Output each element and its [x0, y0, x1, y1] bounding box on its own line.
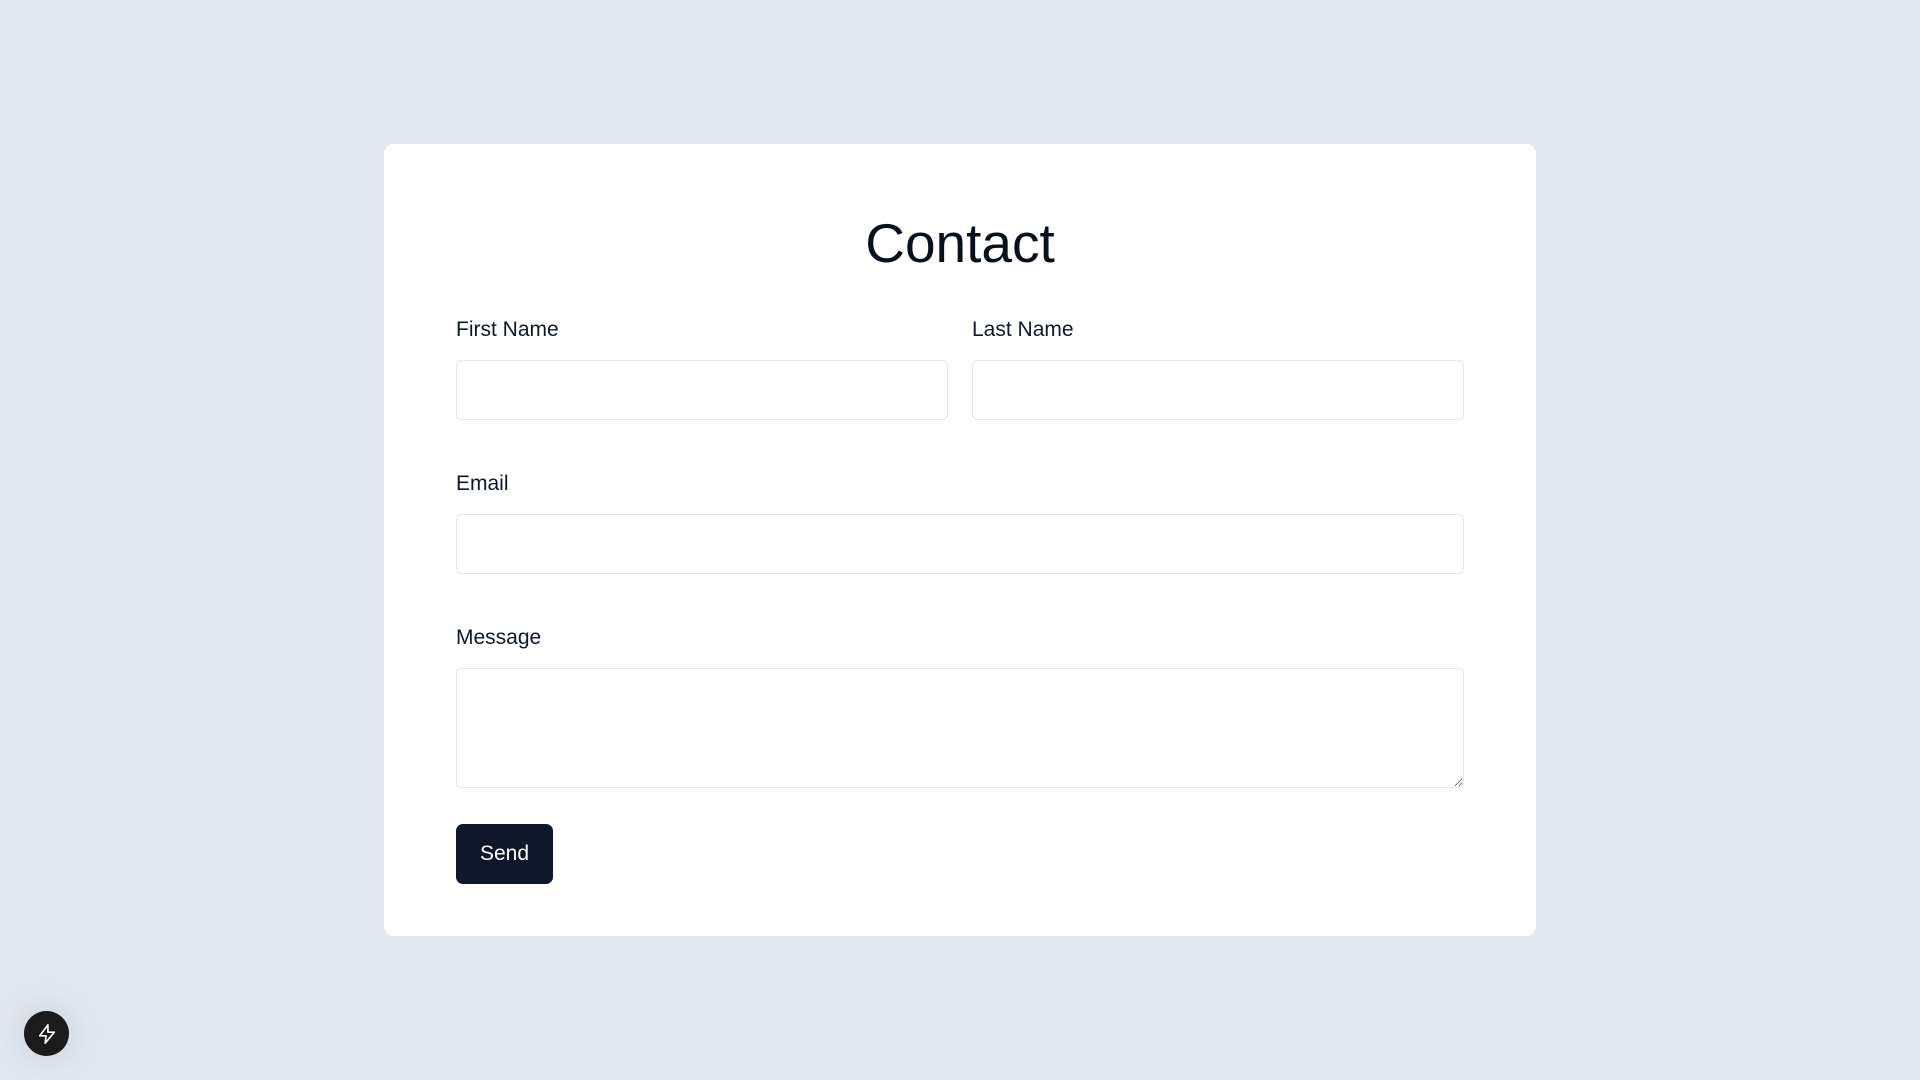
last-name-label: Last Name [972, 318, 1074, 341]
email-group: Email [456, 472, 1464, 574]
last-name-input[interactable] [972, 360, 1464, 420]
contact-form-card: Contact First Name Last Name Email Messa… [384, 144, 1536, 936]
message-label: Message [456, 626, 542, 649]
email-label: Email [456, 472, 509, 495]
lightning-bolt-icon [38, 1023, 55, 1044]
first-name-label: First Name [456, 318, 559, 341]
email-input[interactable] [456, 514, 1464, 574]
contact-form: First Name Last Name Email Message Send [456, 318, 1464, 884]
send-button[interactable]: Send [456, 824, 553, 884]
message-textarea[interactable] [456, 668, 1464, 788]
page-title: Contact [865, 212, 1055, 274]
name-row: First Name Last Name [456, 318, 1464, 420]
first-name-input[interactable] [456, 360, 948, 420]
message-group: Message [456, 626, 1464, 788]
last-name-group: Last Name [972, 318, 1464, 420]
first-name-group: First Name [456, 318, 948, 420]
dev-tools-button[interactable] [24, 1011, 69, 1056]
